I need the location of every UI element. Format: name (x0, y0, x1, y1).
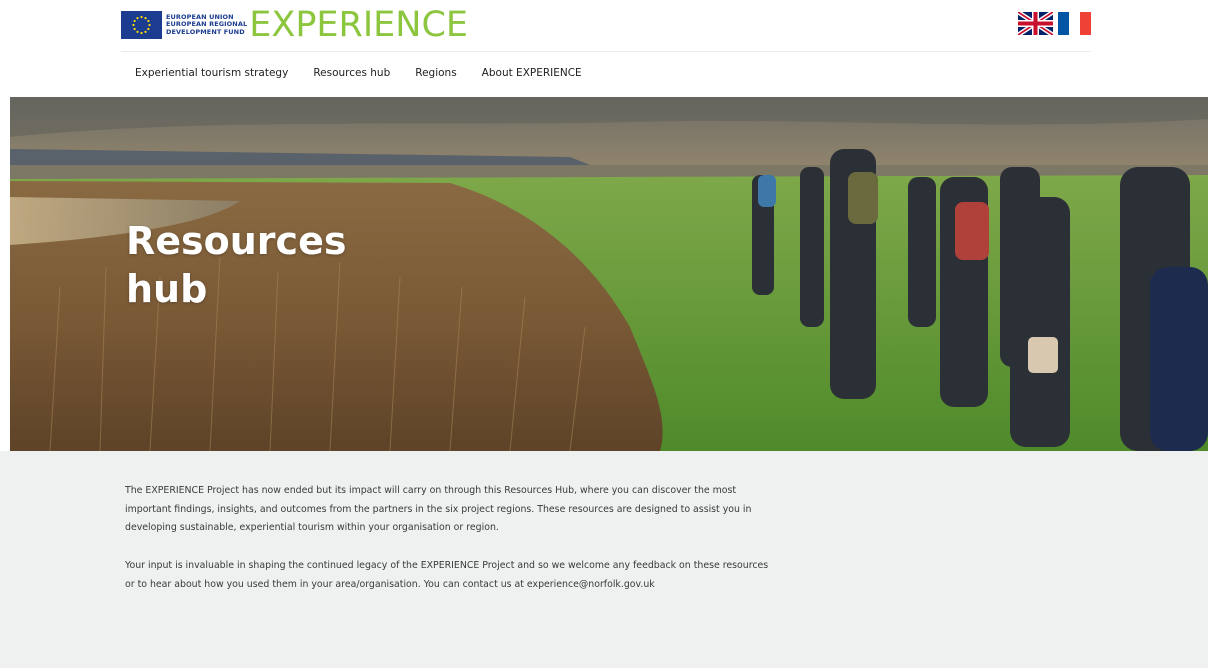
eu-fund-text: EUROPEAN UNION EUROPEAN REGIONAL DEVELOP… (166, 13, 247, 37)
brand-wordmark: EXPERIENCE (249, 5, 469, 45)
page-title: Resources hub (126, 217, 346, 313)
main-nav: Experiential tourism strategy Resources … (135, 67, 607, 79)
eu-text-line: DEVELOPMENT FUND (166, 27, 245, 36)
page-title-line1: Resources (126, 219, 347, 263)
intro-section: The EXPERIENCE Project has now ended but… (0, 451, 1208, 668)
nav-regions[interactable]: Regions (415, 67, 456, 79)
feedback-paragraph: Your input is invaluable in shaping the … (125, 560, 769, 590)
eu-flag-icon (121, 11, 162, 39)
uk-flag-icon (1016, 10, 1055, 37)
hero-banner: Resources hub (10, 97, 1208, 451)
page-title-line2: hub (126, 267, 208, 311)
language-english-link[interactable] (1016, 10, 1055, 37)
nav-about-experience[interactable]: About EXPERIENCE (482, 67, 582, 79)
intro-paragraph: The EXPERIENCE Project has now ended but… (125, 485, 752, 533)
nav-experiential-tourism-strategy[interactable]: Experiential tourism strategy (135, 67, 288, 79)
language-french-link[interactable] (1058, 12, 1091, 35)
nav-resources-hub[interactable]: Resources hub (313, 67, 390, 79)
france-flag-icon (1058, 12, 1091, 35)
site-header: EUROPEAN UNION EUROPEAN REGIONAL DEVELOP… (0, 0, 1208, 97)
site-logo-link[interactable]: EUROPEAN UNION EUROPEAN REGIONAL DEVELOP… (121, 5, 469, 45)
header-divider (121, 51, 1091, 52)
